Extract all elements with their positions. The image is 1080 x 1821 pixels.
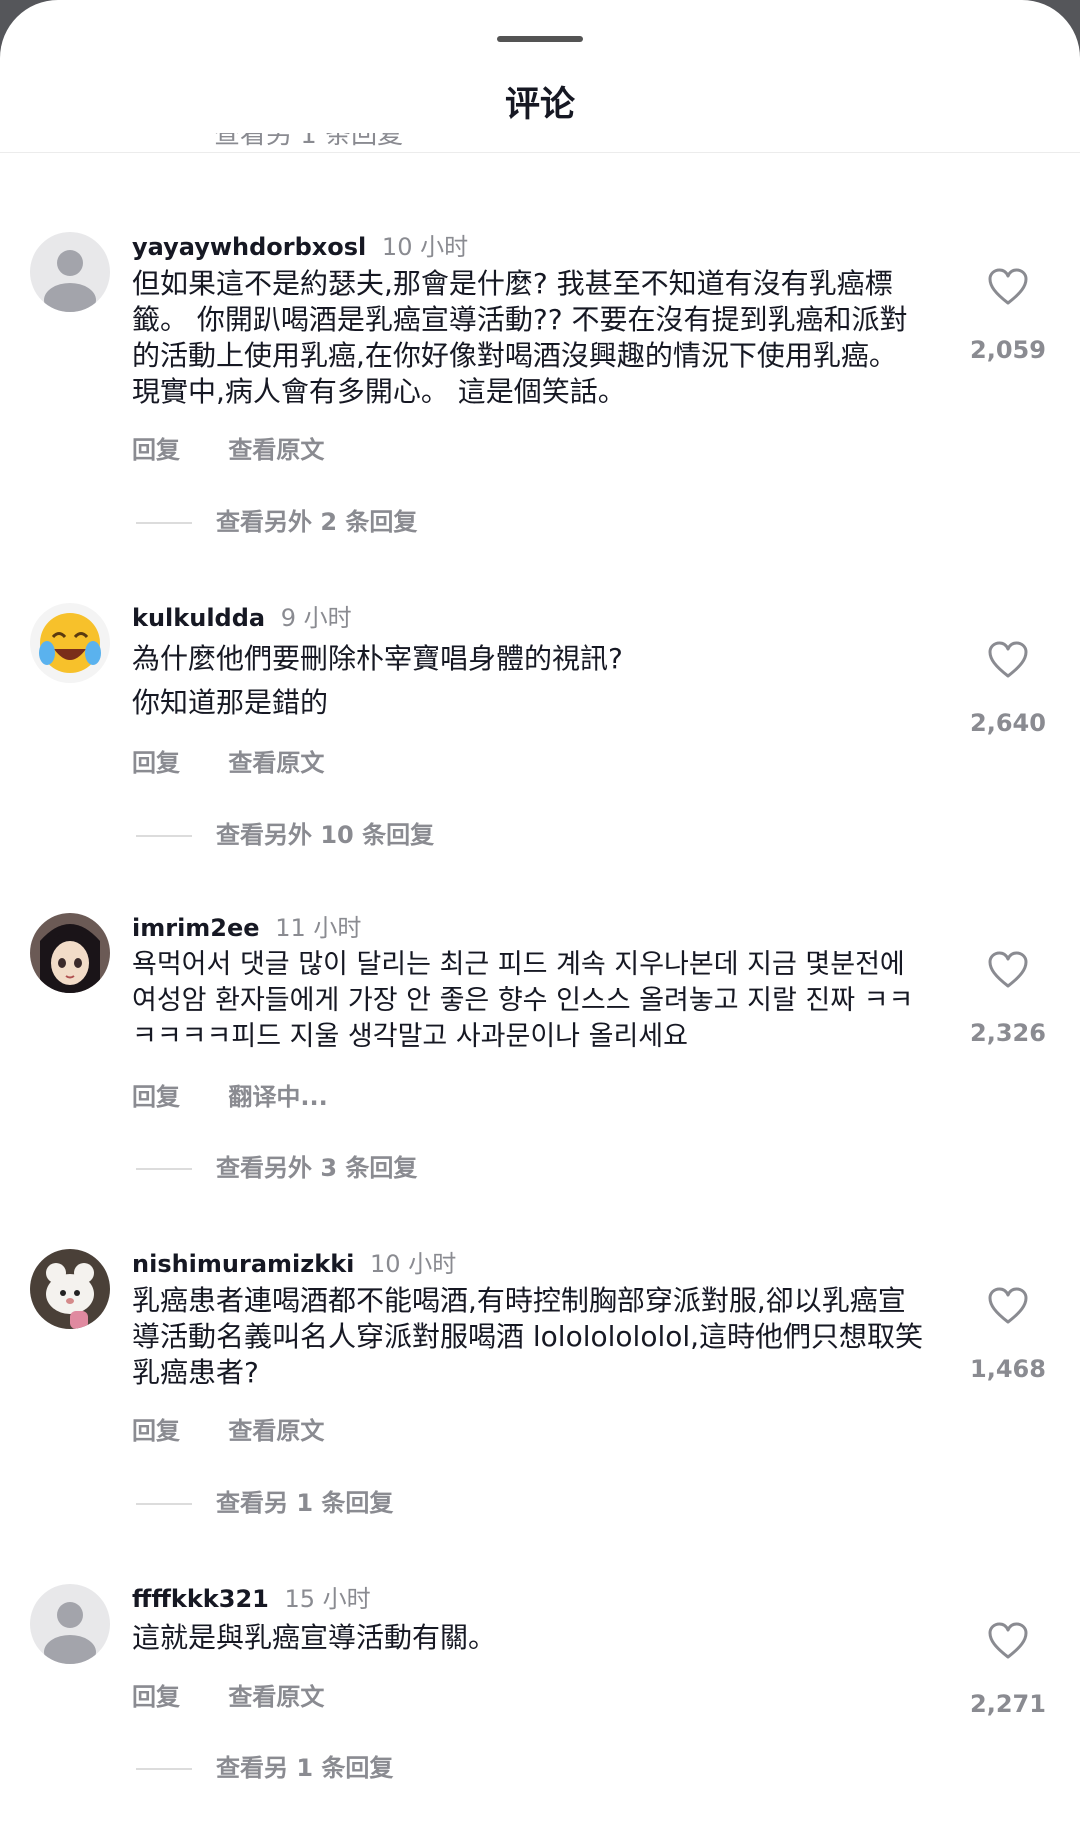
view-replies-label: 查看另 1 条回复 [216, 1489, 394, 1517]
like-count: 2,326 [970, 1019, 1046, 1047]
view-original-button[interactable]: 查看原文 [228, 436, 324, 464]
like-count: 2,640 [970, 709, 1046, 737]
like-button[interactable]: 2,059 [956, 268, 1060, 364]
comment-text: 욕먹어서 댓글 많이 달리는 최근 피드 계속 지우나본데 지금 몇분전에 여성… [132, 949, 914, 1052]
reply-button[interactable]: 回复 [132, 1417, 180, 1445]
view-original-button[interactable]: 查看原文 [228, 749, 324, 777]
comment-time: 10 小时 [370, 1250, 457, 1278]
like-button[interactable]: 2,271 [956, 1622, 1060, 1718]
view-original-button[interactable]: 查看原文 [228, 1417, 324, 1445]
comment-username[interactable]: nishimuramizkki [132, 1250, 354, 1278]
drag-handle[interactable] [497, 36, 583, 42]
heart-icon [988, 1287, 1028, 1324]
reply-button[interactable]: 回复 [132, 1683, 180, 1711]
comment-time: 10 小时 [381, 233, 469, 261]
view-original-button[interactable]: 查看原文 [228, 1683, 324, 1711]
view-replies-label: 查看另外 3 条回复 [216, 1154, 418, 1182]
avatar[interactable] [30, 603, 110, 683]
avatar[interactable] [30, 1584, 110, 1664]
sheet-title: 评论 [504, 85, 575, 125]
comment-time: 15 小时 [284, 1585, 371, 1613]
comment-text: 但如果這不是約瑟夫,那會是什麼? 我甚至不知道有沒有乳癌標籤。 你開趴喝酒是乳癌… [132, 267, 908, 408]
comment-username[interactable]: kulkuldda [132, 604, 265, 632]
view-replies-label: 查看另 1 条回复 [216, 1754, 394, 1782]
default-avatar-icon [30, 1584, 110, 1664]
like-button[interactable]: 1,468 [956, 1287, 1060, 1383]
avatar[interactable] [30, 1249, 110, 1329]
view-replies-label: 查看另外 2 条回复 [216, 508, 418, 536]
reply-button[interactable]: 回复 [132, 436, 180, 464]
anime-girl-avatar [30, 913, 110, 993]
like-button[interactable]: 2,326 [956, 951, 1060, 1047]
comments-sheet: 评论 查看另 1 条回复 yayaywhdorbxosl 10 小时 但如果這不… [0, 0, 1080, 1821]
comment-time: 9 小时 [280, 604, 352, 632]
comment-username[interactable]: yayaywhdorbxosl [132, 233, 366, 261]
like-button[interactable]: 2,640 [956, 641, 1060, 737]
view-more-replies[interactable]: 查看另外 10 条回复 [136, 815, 434, 850]
comment-text: 這就是與乳癌宣導活動有關。 [132, 1621, 497, 1654]
default-avatar-icon [30, 232, 110, 312]
view-more-replies[interactable]: 查看另外 2 条回复 [136, 502, 417, 537]
crying-laughing-emoji-avatar [30, 603, 110, 683]
like-count: 1,468 [970, 1355, 1046, 1383]
reply-button[interactable]: 回复 [132, 749, 180, 777]
heart-icon [988, 641, 1028, 678]
translating-status: 翻译中... [228, 1083, 328, 1111]
view-replies-label: 查看另外 10 条回复 [216, 821, 435, 849]
comment-time: 11 小时 [275, 914, 362, 942]
header-divider [0, 152, 1080, 153]
like-count: 2,059 [970, 336, 1046, 364]
view-more-replies[interactable]: 查看另 1 条回复 [136, 1748, 393, 1783]
avatar[interactable] [30, 913, 110, 993]
comment-text: 為什麼他們要刪除朴宰寶唱身體的視訊? 你知道那是錯的 [132, 642, 623, 719]
white-plush-avatar [30, 1249, 110, 1329]
heart-icon [988, 268, 1028, 305]
like-count: 2,271 [970, 1690, 1046, 1718]
heart-icon [988, 951, 1028, 988]
comment-username[interactable]: imrim2ee [132, 914, 260, 942]
partial-replies-text[interactable]: 查看另 1 条回复 [214, 133, 403, 150]
comment-text: 乳癌患者連喝酒都不能喝酒,有時控制胸部穿派對服,卻以乳癌宣導活動名義叫名人穿派對… [132, 1284, 924, 1389]
comment-username[interactable]: ffffkkk321 [132, 1585, 269, 1613]
reply-button[interactable]: 回复 [132, 1083, 180, 1111]
avatar[interactable] [30, 232, 110, 312]
heart-icon [988, 1622, 1028, 1659]
view-more-replies[interactable]: 查看另外 3 条回复 [136, 1148, 417, 1183]
view-more-replies[interactable]: 查看另 1 条回复 [136, 1483, 393, 1518]
